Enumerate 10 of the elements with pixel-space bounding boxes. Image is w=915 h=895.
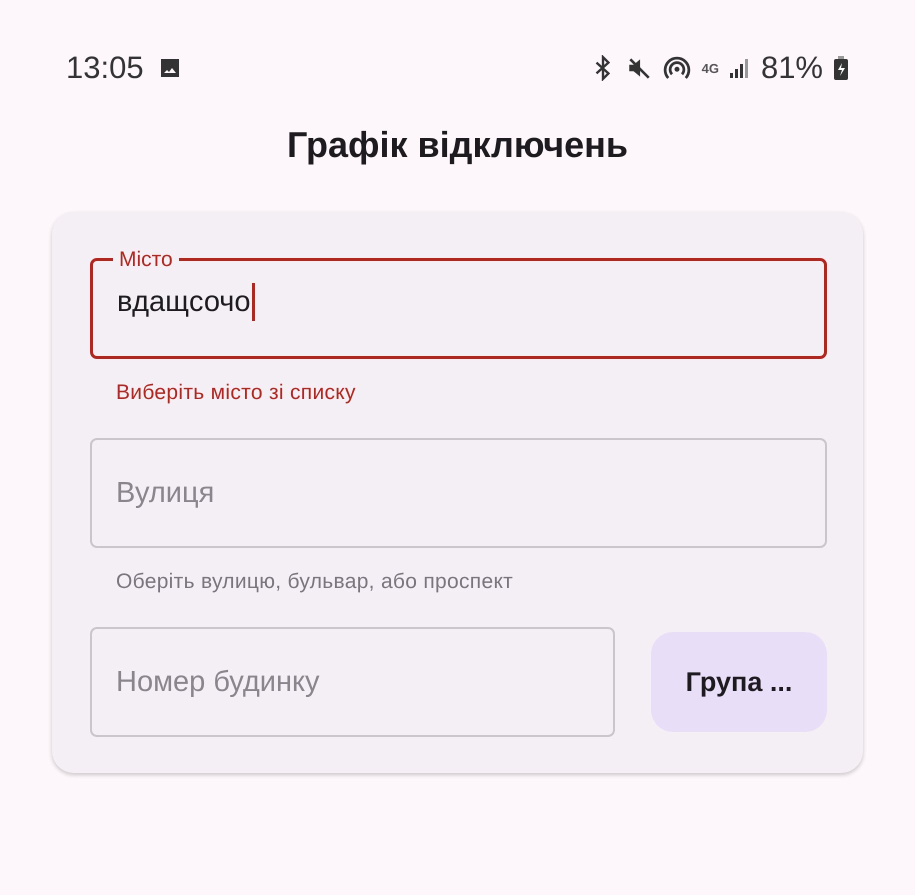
helper-text: Оберіть вулицю, бульвар, або проспект [115, 569, 514, 595]
battery-level: 81% [760, 50, 823, 86]
group-button[interactable]: Група ... [651, 632, 827, 732]
network-type: 4G [702, 60, 719, 76]
helper-text: Виберіть місто зі списку [115, 380, 357, 406]
clock: 13:05 [66, 50, 144, 86]
screen-title: Графік відключень [286, 124, 630, 166]
battery-charging-icon [833, 55, 849, 81]
signal-icon [728, 56, 751, 80]
input-field[interactable]: Місто вдащсочо [90, 249, 827, 359]
